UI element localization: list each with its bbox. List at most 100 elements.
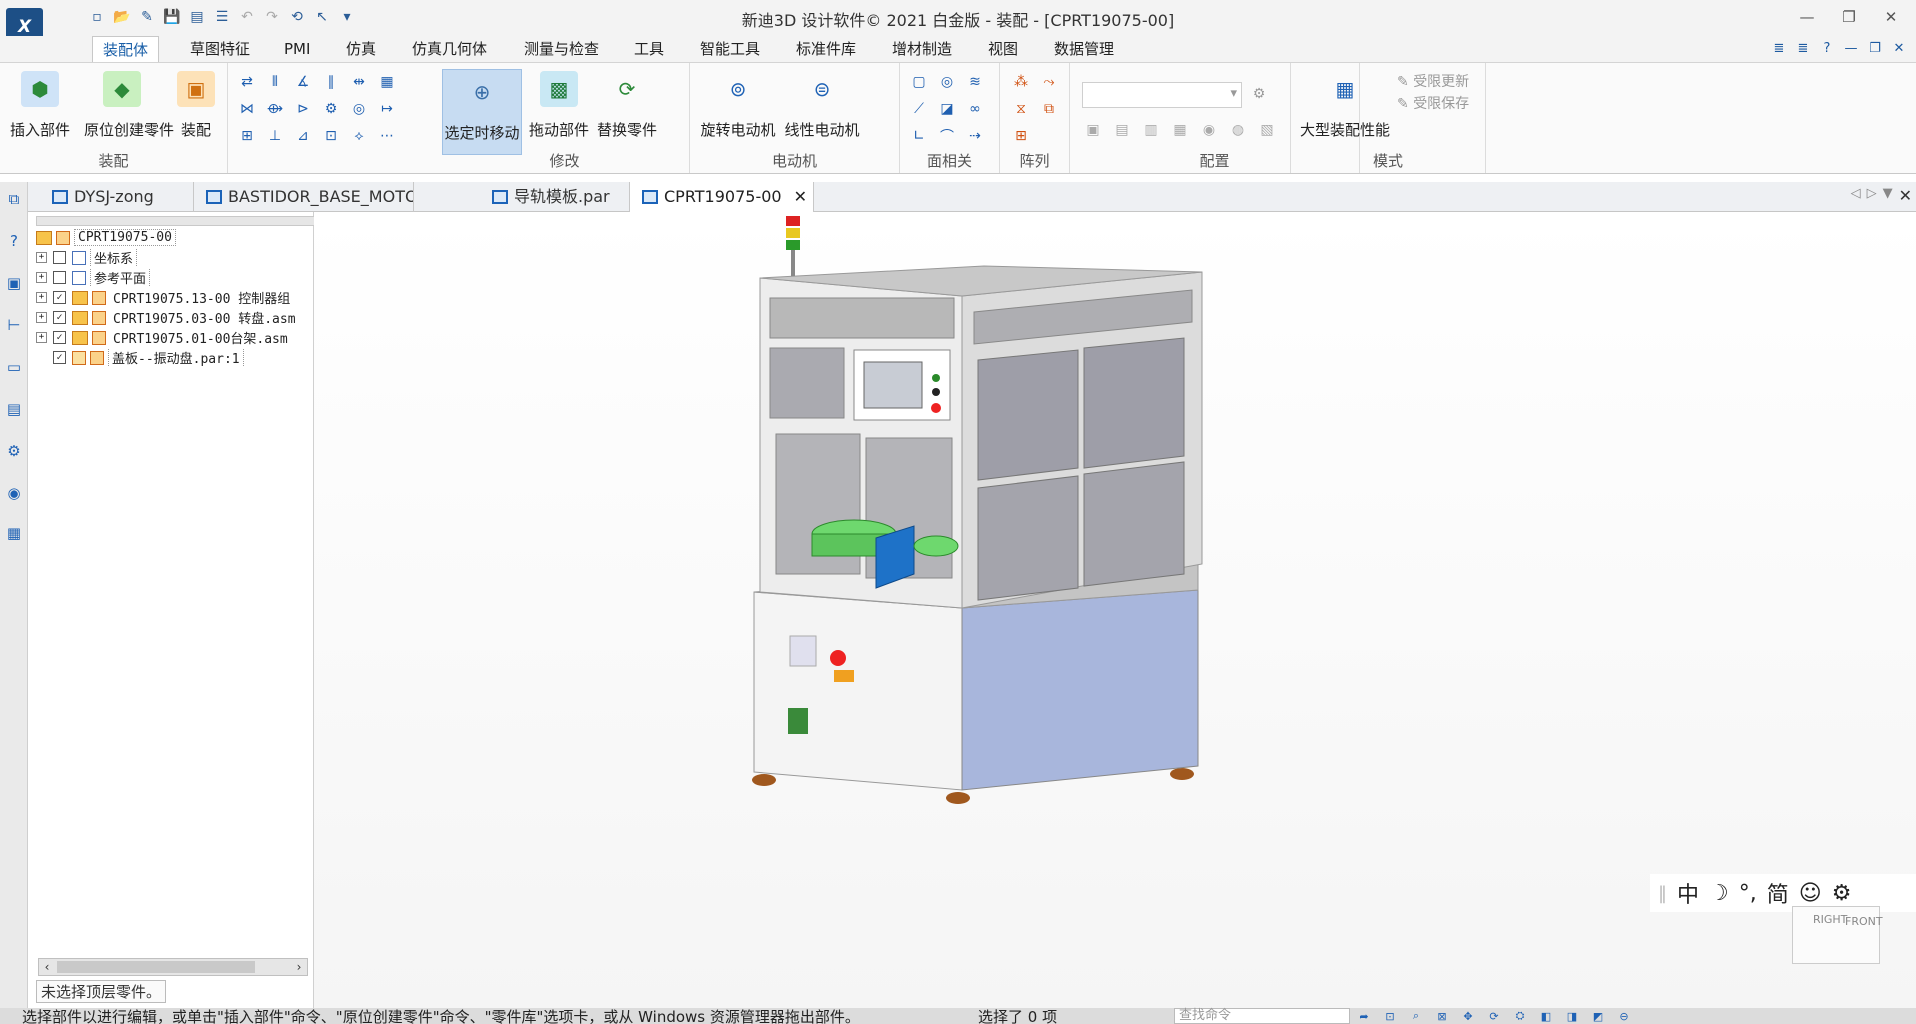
settings-panel-icon[interactable]: ⚙: [3, 440, 25, 462]
tab-prev-icon[interactable]: ◁: [1851, 186, 1861, 205]
view-cube[interactable]: RIGHT FRONT: [1792, 906, 1883, 964]
tab-sim-geometry[interactable]: 仿真几何体: [402, 36, 497, 63]
section-icon[interactable]: ◩: [1588, 1008, 1608, 1024]
tree-item-reference-planes[interactable]: + 参考平面: [36, 268, 151, 287]
in-place-create-button[interactable]: ◆ 原位创建零件: [84, 67, 174, 151]
config-icon-6[interactable]: ◍: [1227, 119, 1249, 141]
tab-tools[interactable]: 工具: [624, 36, 674, 63]
cube-front-face[interactable]: FRONT: [1845, 915, 1883, 928]
tab-view[interactable]: 视图: [978, 36, 1028, 63]
rotate-icon[interactable]: ⟳: [1484, 1008, 1504, 1024]
scroll-thumb[interactable]: [57, 961, 255, 973]
config-icon-4[interactable]: ▦: [1169, 119, 1191, 141]
tab-standard-parts[interactable]: 标准件库: [786, 36, 866, 63]
structure-icon[interactable]: ⊢: [3, 314, 25, 336]
config-icon-5[interactable]: ◉: [1198, 119, 1220, 141]
face-icon-2[interactable]: ◎: [936, 71, 958, 93]
zoom-area-icon[interactable]: ⊡: [1380, 1008, 1400, 1024]
tab-pmi[interactable]: PMI: [274, 36, 320, 63]
face-icon-8[interactable]: ⌒: [936, 125, 958, 147]
close-tab-icon[interactable]: ✕: [794, 182, 807, 212]
minimize-icon[interactable]: —: [1790, 4, 1824, 30]
config-icon-7[interactable]: ▧: [1256, 119, 1278, 141]
tree-root[interactable]: CPRT19075-00: [36, 228, 176, 247]
cube-right-face[interactable]: RIGHT: [1813, 913, 1847, 926]
tab-additive[interactable]: 增材制造: [882, 36, 962, 63]
render-icon[interactable]: ◉: [3, 482, 25, 504]
expand-icon[interactable]: +: [36, 312, 47, 323]
visibility-checkbox[interactable]: [53, 251, 66, 264]
config-icon-3[interactable]: ▥: [1140, 119, 1162, 141]
emoji-icon[interactable]: ☺: [1799, 881, 1822, 906]
doc2-icon[interactable]: ≣: [1794, 38, 1812, 58]
linear-motor-button[interactable]: ⊜ 线性电动机: [782, 67, 862, 151]
ribbon-restore-icon[interactable]: ❐: [1866, 38, 1884, 58]
tab-smart-tools[interactable]: 智能工具: [690, 36, 770, 63]
expand-icon[interactable]: +: [36, 332, 47, 343]
ime-simplified[interactable]: 简: [1767, 877, 1789, 909]
scroll-right-icon[interactable]: ›: [291, 959, 307, 975]
mirror-part-icon[interactable]: ⧉: [1038, 98, 1060, 120]
pan-icon[interactable]: ✥: [1458, 1008, 1478, 1024]
shading-icon[interactable]: ◧: [1536, 1008, 1556, 1024]
doc-tab-dysj[interactable]: DYSJ-zong: [40, 182, 194, 212]
config-icon-1[interactable]: ▣: [1082, 119, 1104, 141]
table-icon[interactable]: ▦: [3, 522, 25, 544]
doc-icon[interactable]: ≣: [1770, 38, 1788, 58]
tab-sketch[interactable]: 草图特征: [180, 36, 260, 63]
rotary-motor-button[interactable]: ⊚ 旋转电动机: [698, 67, 778, 151]
visibility-checkbox[interactable]: [53, 271, 66, 284]
pattern-along-icon[interactable]: ⤳: [1038, 71, 1060, 93]
tree-item-coordinate-system[interactable]: + 坐标系: [36, 248, 138, 267]
scroll-left-icon[interactable]: ‹: [39, 959, 55, 975]
config-icon-2[interactable]: ▤: [1111, 119, 1133, 141]
expand-icon[interactable]: +: [36, 292, 47, 303]
tab-simulation[interactable]: 仿真: [336, 36, 386, 63]
visibility-checkbox[interactable]: ✓: [53, 351, 66, 364]
large-assembly-button[interactable]: ▦ 大型装配性能: [1295, 67, 1395, 151]
face-icon-3[interactable]: ≋: [964, 71, 986, 93]
doc-tab-rail-template[interactable]: 导轨模板.par: [480, 182, 630, 212]
pane-grip[interactable]: [36, 216, 336, 226]
help-panel-icon[interactable]: ?: [3, 230, 25, 252]
tab-data-management[interactable]: 数据管理: [1044, 36, 1124, 63]
tree-horizontal-scrollbar[interactable]: ‹ ›: [38, 958, 308, 976]
share-icon[interactable]: ➦: [1354, 1008, 1374, 1024]
config-settings-icon[interactable]: ⚙: [1248, 83, 1270, 105]
face-icon-1[interactable]: ▢: [908, 71, 930, 93]
tab-list-icon[interactable]: ▼: [1883, 186, 1893, 205]
insert-part-button[interactable]: ⬢ 插入部件: [4, 67, 76, 151]
tab-next-icon[interactable]: ▷: [1867, 186, 1877, 205]
parts-library-icon[interactable]: ▤: [3, 398, 25, 420]
doc-tab-cprt19075[interactable]: CPRT19075-00 ✕: [630, 182, 814, 212]
duplicate-icon[interactable]: ⊞: [1010, 125, 1032, 147]
replace-part-button[interactable]: ⟳ 替换零件: [592, 67, 662, 151]
expand-icon[interactable]: +: [36, 272, 47, 283]
limited-save-toggle[interactable]: ✎ 受限保存: [1397, 93, 1469, 113]
help-icon[interactable]: ?: [1818, 38, 1836, 58]
view-orient-icon[interactable]: ⛭: [1510, 1008, 1530, 1024]
tree-item-cover-plate[interactable]: ✓ 盖板--振动盘.par:1: [53, 348, 244, 367]
punctuation-icon[interactable]: °,: [1739, 881, 1757, 906]
face-icon-9[interactable]: ⇢: [964, 125, 986, 147]
assemble-button[interactable]: ▣ 装配: [160, 67, 232, 151]
tab-measure[interactable]: 测量与检查: [514, 36, 609, 63]
mirror-icon[interactable]: ⧖: [1010, 98, 1032, 120]
tree-item-controller[interactable]: + ✓ CPRT19075.13-00 控制器组: [36, 288, 293, 307]
ribbon-close-icon[interactable]: ✕: [1890, 38, 1908, 58]
face-icon-4[interactable]: ⟋: [908, 98, 930, 120]
config-combo[interactable]: [1082, 82, 1242, 108]
move-on-select-button[interactable]: ⊕ 选定时移动: [442, 69, 522, 155]
close-icon[interactable]: ✕: [1874, 4, 1908, 30]
tree-item-frame[interactable]: + ✓ CPRT19075.01-00台架.asm: [36, 328, 291, 347]
display-icon[interactable]: ◨: [1562, 1008, 1582, 1024]
ime-settings-icon[interactable]: ⚙: [1832, 881, 1852, 906]
ime-grip[interactable]: ‖: [1658, 883, 1667, 904]
pathfinder-icon[interactable]: ⧉: [3, 188, 25, 210]
face-icon-5[interactable]: ◪: [936, 98, 958, 120]
tree-item-turntable[interactable]: + ✓ CPRT19075.03-00 转盘.asm: [36, 308, 299, 327]
ime-chinese-mode[interactable]: 中: [1677, 877, 1699, 909]
limited-update-toggle[interactable]: ✎ 受限更新: [1397, 71, 1469, 91]
face-icon-6[interactable]: ∞: [964, 98, 986, 120]
zoom-out-icon[interactable]: ⊖: [1614, 1008, 1634, 1024]
